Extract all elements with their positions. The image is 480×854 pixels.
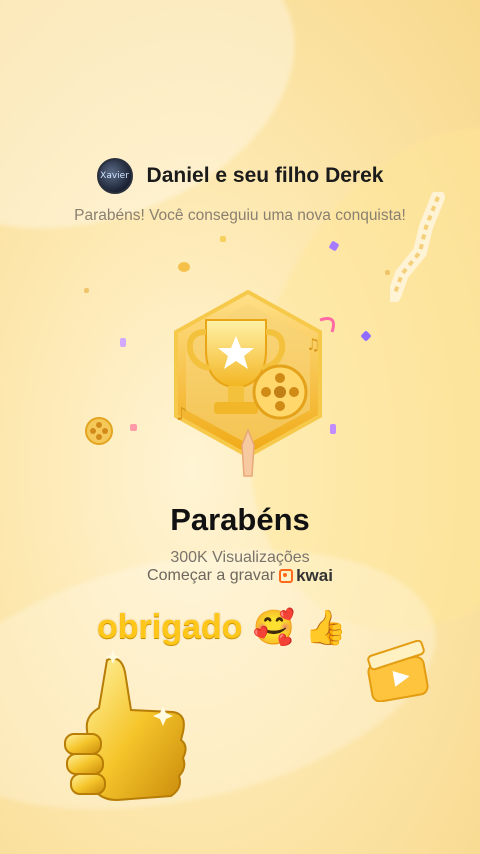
record-label[interactable]: Começar a gravar: [147, 567, 275, 585]
confetti: [220, 236, 226, 242]
svg-text:♪: ♪: [176, 404, 188, 425]
clapperboard-icon: [367, 640, 429, 702]
author-header: Xavier Daniel e seu filho Derek: [0, 158, 480, 194]
confetti: [178, 262, 190, 272]
confetti: [130, 424, 137, 431]
trophy-badge-icon: ♪ ♫: [174, 289, 335, 477]
achievement-title: Parabéns: [170, 502, 310, 537]
author-name[interactable]: Daniel e seu filho Derek: [147, 164, 384, 188]
thumbs-up-emoji-icon: 👍: [304, 608, 348, 647]
smiling-hearts-emoji-icon: 🥰: [252, 608, 295, 647]
svg-text:♫: ♫: [306, 335, 320, 354]
record-cta[interactable]: Começar a gravar kwai: [0, 566, 480, 586]
kwai-logo: kwai: [279, 566, 333, 586]
confetti: [120, 338, 126, 347]
film-reel-icon: [85, 417, 113, 445]
thumbs-up-icon: [64, 650, 187, 802]
kwai-logo-icon: [279, 569, 294, 583]
achievement-subtitle: Parabéns! Você conseguiu uma nova conqui…: [74, 207, 406, 224]
kwai-brand-text: kwai: [296, 566, 333, 585]
confetti: [84, 288, 89, 293]
thanks-text: obrigado: [97, 608, 243, 646]
background-swirl: [0, 0, 333, 279]
views-count: 300K Visualizações: [170, 549, 310, 566]
thanks-overlay: obrigado 🥰 👍: [97, 608, 347, 647]
avatar[interactable]: Xavier: [96, 158, 133, 194]
